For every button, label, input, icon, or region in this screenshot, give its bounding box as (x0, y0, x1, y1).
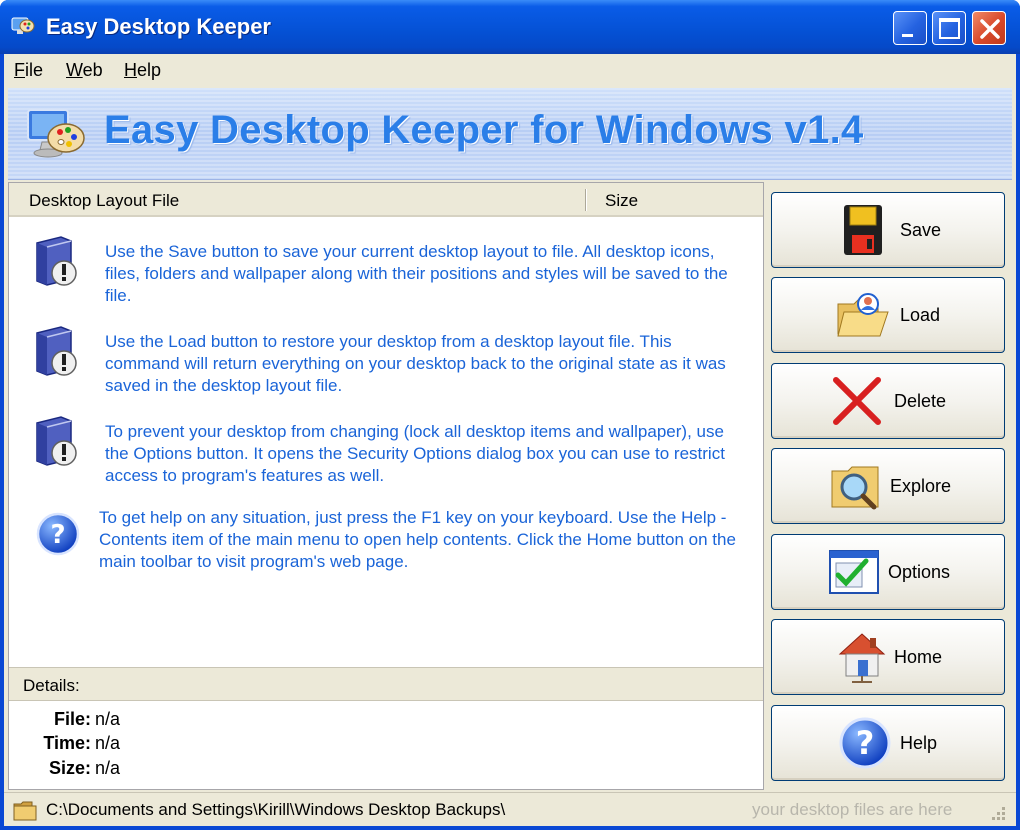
status-bar: C:\Documents and Settings\Kirill\Windows… (4, 792, 1016, 826)
desktop-palette-icon (27, 109, 85, 158)
detail-label: Time: (43, 733, 91, 753)
minimize-button[interactable] (893, 11, 927, 45)
info-book-icon (36, 416, 77, 466)
banner-title: Easy Desktop Keeper for Windows v1.4 (104, 108, 864, 152)
options-button[interactable]: Options (771, 534, 1005, 610)
details-title: Details: (23, 676, 80, 695)
column-separator[interactable] (585, 189, 587, 211)
detail-value: n/a (95, 758, 121, 778)
load-label: Load (900, 305, 941, 325)
home-label: Home (894, 647, 943, 667)
detail-value: n/a (95, 709, 121, 729)
status-hint: your desktop files are here (752, 800, 953, 819)
folder-open-icon (837, 293, 889, 337)
window-border-right (1016, 54, 1020, 830)
app-window: Easy Desktop Keeper File Web Help Easy D… (0, 0, 1020, 830)
close-button[interactable] (972, 11, 1006, 45)
menu-file[interactable]: File (14, 60, 43, 81)
help-icon: ? (36, 512, 80, 556)
detail-row-size: Size: n/a (9, 758, 309, 782)
menu-help[interactable]: Help (124, 60, 161, 81)
red-x-icon (833, 377, 881, 425)
options-label: Options (888, 562, 951, 582)
save-label: Save (900, 220, 942, 240)
detail-row-time: Time: n/a (9, 733, 309, 757)
svg-text:?: ? (50, 520, 65, 550)
folder-search-icon (831, 466, 879, 510)
minimize-icon (902, 34, 913, 37)
list-header: Desktop Layout File Size (9, 183, 763, 217)
window-border-bottom (0, 826, 1020, 830)
delete-button[interactable]: Delete (771, 363, 1005, 439)
menu-bar: File Web Help (4, 54, 1016, 86)
tip-text: Use the Save button to save your current… (105, 242, 728, 305)
load-button[interactable]: Load (771, 277, 1005, 353)
maximize-icon (939, 18, 960, 39)
info-book-icon (36, 236, 77, 286)
save-button[interactable]: Save (771, 192, 1005, 268)
maximize-button[interactable] (932, 11, 966, 45)
column-header-size[interactable]: Size (605, 191, 638, 211)
tip-text: Use the Load button to restore your desk… (105, 332, 726, 395)
action-buttons-panel: Save Load Delete Explore Options Home ? … (766, 182, 1012, 790)
status-path: C:\Documents and Settings\Kirill\Windows… (46, 800, 506, 819)
home-icon (838, 633, 886, 683)
home-button[interactable]: Home (771, 619, 1005, 695)
resize-grip-icon[interactable] (988, 803, 1008, 823)
menu-web[interactable]: Web (66, 60, 103, 81)
svg-text:?: ? (856, 724, 875, 762)
column-header-file[interactable]: Desktop Layout File (29, 191, 179, 211)
folder-icon (13, 801, 37, 821)
client-area: File Web Help Easy Desktop Keeper for Wi… (4, 54, 1016, 826)
tip-text: To prevent your desktop from changing (l… (105, 422, 725, 485)
detail-value: n/a (95, 733, 121, 753)
help-label: Help (900, 733, 938, 753)
tip-text: To get help on any situation, just press… (99, 508, 736, 571)
app-icon (11, 17, 35, 34)
info-book-icon (36, 326, 77, 376)
header-banner: Easy Desktop Keeper for Windows v1.4 (8, 88, 1012, 180)
window-title: Easy Desktop Keeper (46, 14, 271, 39)
detail-label: File: (53, 709, 91, 729)
delete-label: Delete (894, 391, 947, 411)
explore-label: Explore (890, 476, 952, 496)
layout-list-panel: Desktop Layout File Size Use the Save bu… (8, 182, 764, 790)
title-bar[interactable]: Easy Desktop Keeper (0, 0, 1020, 54)
close-icon (980, 19, 1000, 39)
details-header: Details: (9, 667, 763, 701)
detail-label: Size: (48, 758, 91, 778)
help-button[interactable]: ? Help (771, 705, 1005, 781)
checkbox-window-icon (829, 550, 879, 594)
help-icon: ? (839, 717, 891, 769)
explore-button[interactable]: Explore (771, 448, 1005, 524)
floppy-disk-icon (844, 205, 882, 255)
detail-row-file: File: n/a (9, 709, 309, 733)
